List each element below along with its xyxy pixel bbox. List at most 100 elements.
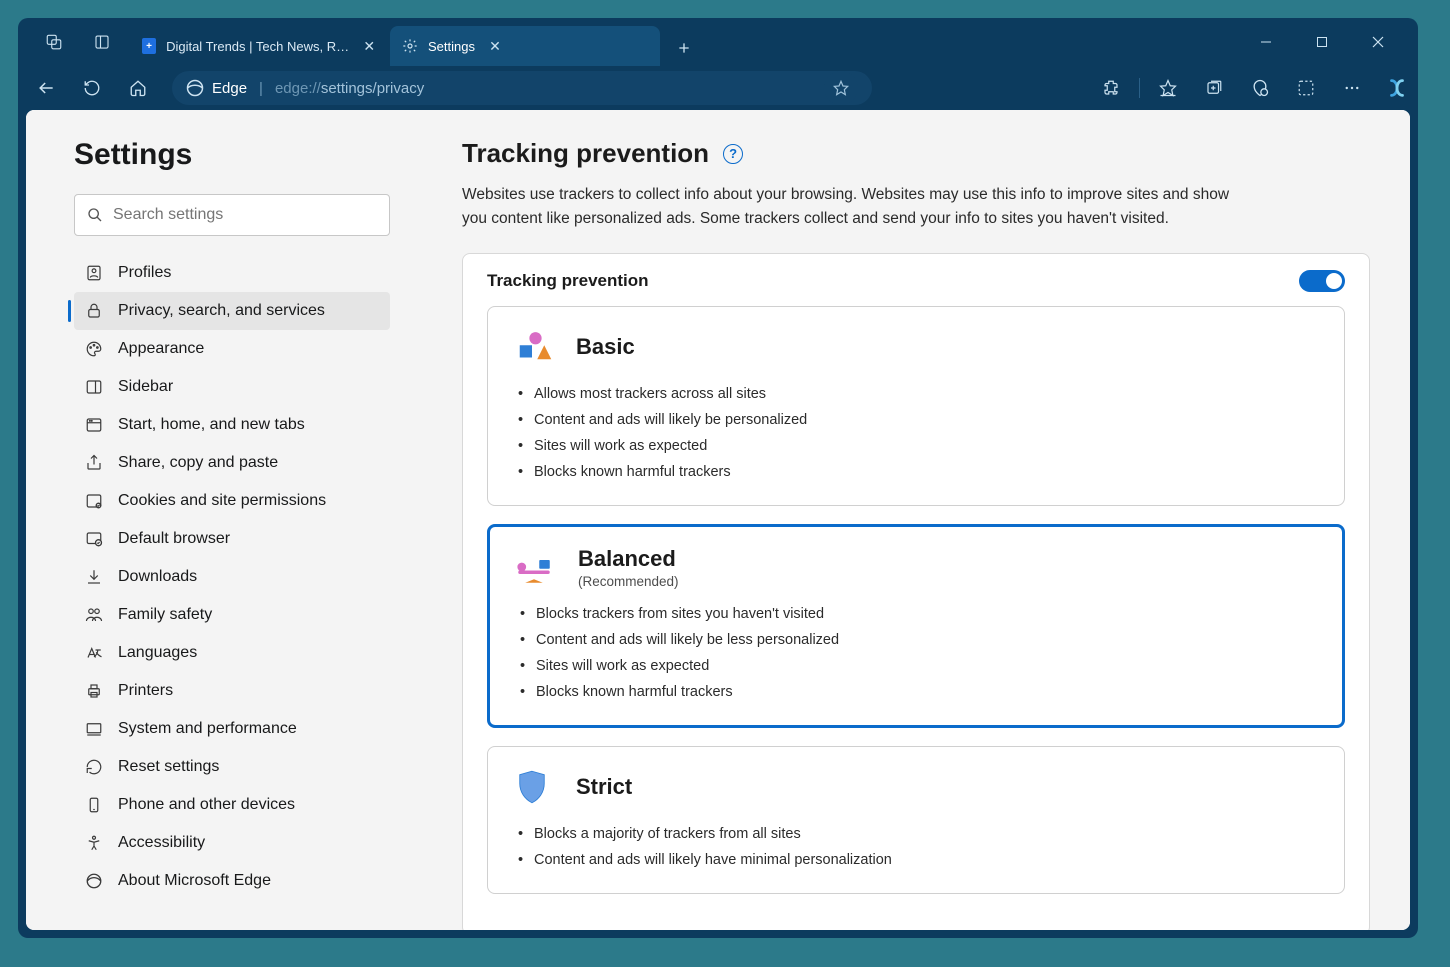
basic-icon [510,325,554,369]
favorite-button[interactable] [824,71,858,105]
level-card-strict[interactable]: StrictBlocks a majority of trackers from… [487,746,1345,894]
search-settings-box[interactable] [74,194,390,236]
family-icon [84,606,104,624]
maximize-button[interactable] [1300,26,1344,58]
level-bullet: Blocks trackers from sites you haven't v… [516,601,1320,627]
phone-icon [84,796,104,814]
sidebar-item-profile[interactable]: Profiles [74,254,390,292]
sidebar-item-palette[interactable]: Appearance [74,330,390,368]
level-card-balanced[interactable]: Balanced (Recommended) Blocks trackers fro… [487,524,1345,728]
sidebar-item-label: Appearance [118,340,204,358]
sidebar-item-label: Cookies and site permissions [118,492,326,510]
search-icon [87,207,103,223]
tab-digital-trends[interactable]: + Digital Trends | Tech News, Reviews ✕ [130,26,390,66]
panel-header: Tracking prevention [487,270,1345,292]
sidebar-item-label: Share, copy and paste [118,454,278,472]
close-tab-button[interactable]: ✕ [485,36,505,56]
balanced-icon [512,545,556,589]
level-subtitle: (Recommended) [578,574,679,589]
workspaces-button[interactable] [36,24,72,60]
close-window-button[interactable] [1356,26,1400,58]
content-area: Settings ProfilesPrivacy, search, and se… [26,110,1410,930]
sidebar-item-lock[interactable]: Privacy, search, and services [74,292,390,330]
home-button[interactable] [120,70,156,106]
download-icon [84,568,104,586]
sidebar-item-start[interactable]: Start, home, and new tabs [74,406,390,444]
favorites-button[interactable] [1150,70,1186,106]
sidebar-item-download[interactable]: Downloads [74,558,390,596]
copilot-button[interactable] [1386,77,1408,99]
level-bullet: Allows most trackers across all sites [514,381,1322,407]
sidebar-item-edge[interactable]: About Microsoft Edge [74,862,390,900]
level-bullet: Sites will work as expected [516,653,1320,679]
titlebar-left [26,24,120,60]
close-tab-button[interactable]: ✕ [360,36,378,56]
level-head: Balanced (Recommended) [512,545,1320,589]
sidebar-item-printer[interactable]: Printers [74,672,390,710]
sidebar-item-label: Languages [118,644,197,662]
cookies-icon [84,492,104,510]
address-bar[interactable]: Edge | edge://settings/privacy [172,71,872,105]
browser-essentials-button[interactable] [1242,70,1278,106]
new-tab-button[interactable] [666,30,702,66]
sidebar-item-label: About Microsoft Edge [118,872,271,890]
refresh-button[interactable] [74,70,110,106]
settings-favicon [402,38,418,54]
strict-icon [510,765,554,809]
minimize-button[interactable] [1244,26,1288,58]
level-bullet: Blocks a majority of trackers from all s… [514,821,1322,847]
sidebar-item-label: System and performance [118,720,297,738]
sidebar-item-label: Default browser [118,530,230,548]
toolbar-divider [1139,78,1140,98]
site-identity[interactable]: Edge [186,79,247,97]
sidebar-item-label: Printers [118,682,173,700]
sidebar-item-languages[interactable]: Languages [74,634,390,672]
more-button[interactable] [1334,70,1370,106]
tab-label: Digital Trends | Tech News, Reviews [166,39,350,54]
sidebar-item-label: Family safety [118,606,212,624]
search-settings-input[interactable] [113,206,377,224]
sidebar-item-cookies[interactable]: Cookies and site permissions [74,482,390,520]
level-bullet: Content and ads will likely be less pers… [516,627,1320,653]
section-title: Tracking prevention [462,138,709,169]
printer-icon [84,682,104,700]
extensions-button[interactable] [1093,70,1129,106]
tab-actions-button[interactable] [84,24,120,60]
settings-main-panel: Tracking prevention ? Websites use track… [418,110,1410,930]
edge-label: Edge [212,80,247,97]
screenshot-button[interactable] [1288,70,1324,106]
edge-icon [84,872,104,890]
sidebar-item-share[interactable]: Share, copy and paste [74,444,390,482]
sidebar-item-system[interactable]: System and performance [74,710,390,748]
dt-favicon: + [142,38,156,54]
settings-sidebar: Settings ProfilesPrivacy, search, and se… [26,110,418,930]
level-title: Balanced [578,546,679,572]
lock-icon [84,302,104,320]
back-button[interactable] [28,70,64,106]
sidebar-item-phone[interactable]: Phone and other devices [74,786,390,824]
sidebar-item-accessibility[interactable]: Accessibility [74,824,390,862]
window-controls [1244,26,1410,58]
tracking-prevention-toggle[interactable] [1299,270,1345,292]
browser-window: + Digital Trends | Tech News, Reviews ✕ … [18,18,1418,938]
level-card-basic[interactable]: Basic Allows most trackers across all sit… [487,306,1345,506]
sidebar-item-reset[interactable]: Reset settings [74,748,390,786]
sidebar-item-family[interactable]: Family safety [74,596,390,634]
tab-label: Settings [428,39,475,54]
tabs: + Digital Trends | Tech News, Reviews ✕ … [130,18,702,66]
collections-button[interactable] [1196,70,1232,106]
profile-icon [84,264,104,282]
level-list: Allows most trackers across all sitesCon… [510,381,1322,485]
panel-title: Tracking prevention [487,271,649,291]
tab-settings[interactable]: Settings ✕ [390,26,660,66]
sidebar-item-default-browser[interactable]: Default browser [74,520,390,558]
sidebar-item-label: Privacy, search, and services [118,302,325,320]
start-icon [84,416,104,434]
sidebar-item-sidebar[interactable]: Sidebar [74,368,390,406]
levels-container: Basic Allows most trackers across all sit… [487,306,1345,894]
level-head: Basic [510,325,1322,369]
help-icon[interactable]: ? [723,144,743,164]
level-bullet: Content and ads will likely be personali… [514,407,1322,433]
level-list: Blocks a majority of trackers from all s… [510,821,1322,873]
tracking-prevention-panel: Tracking prevention Basic Allows most tra… [462,253,1370,930]
